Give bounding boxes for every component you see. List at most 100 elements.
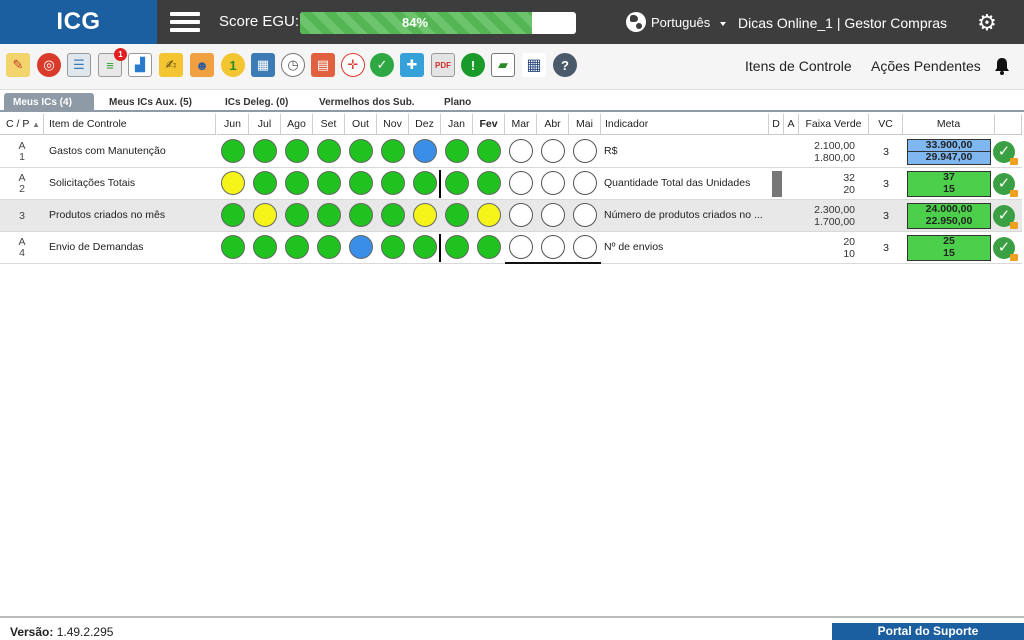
month-status-dot[interactable]: [541, 235, 565, 259]
month-status-dot[interactable]: [253, 139, 277, 163]
month-status-dot[interactable]: [573, 171, 597, 195]
month-status-dot[interactable]: [509, 203, 533, 227]
month-status-dot[interactable]: [541, 203, 565, 227]
stopwatch-icon[interactable]: ◷: [281, 53, 305, 77]
row-item-name[interactable]: Produtos criados no mês: [49, 209, 165, 221]
month-status-dot[interactable]: [221, 171, 245, 195]
row-item-name[interactable]: Gastos com Manutenção: [49, 145, 166, 157]
alerts-icon[interactable]: ≡ 1: [98, 48, 127, 77]
month-status-dot[interactable]: [541, 171, 565, 195]
month-status-dot[interactable]: [317, 171, 341, 195]
month-status-dot[interactable]: [509, 139, 533, 163]
month-status-dot[interactable]: [381, 139, 405, 163]
month-status-dot[interactable]: [253, 235, 277, 259]
col-header-item[interactable]: Item de Controle: [44, 114, 216, 135]
month-status-dot[interactable]: [349, 203, 373, 227]
month-status-dot[interactable]: [541, 139, 565, 163]
month-status-dot[interactable]: [413, 171, 437, 195]
month-status-dot[interactable]: [317, 235, 341, 259]
approved-check-icon[interactable]: ✓: [993, 173, 1018, 197]
col-header-vc[interactable]: VC: [869, 114, 903, 135]
clipboard-icon[interactable]: ☰: [67, 53, 91, 77]
month-status-dot[interactable]: [477, 203, 501, 227]
col-header-month[interactable]: Out: [345, 114, 377, 135]
month-status-dot[interactable]: [349, 171, 373, 195]
month-status-dot[interactable]: [445, 203, 469, 227]
table-row[interactable]: 3 Produtos criados no mês Número de produt…: [0, 200, 1022, 232]
language-selector[interactable]: Português: [626, 12, 710, 32]
month-status-dot[interactable]: [477, 171, 501, 195]
app-logo[interactable]: ICG: [0, 0, 157, 44]
crosshair-icon[interactable]: ✛: [341, 53, 365, 77]
col-header-month[interactable]: Dez: [409, 114, 441, 135]
tab-vermelhos-sub[interactable]: Vermelhos dos Sub.: [310, 93, 424, 112]
col-header-month[interactable]: Jun: [217, 114, 249, 135]
tab-meus-ics-aux[interactable]: Meus ICs Aux. (5): [100, 93, 201, 112]
approved-check-icon[interactable]: ✓: [993, 237, 1018, 261]
itens-controle-link[interactable]: Itens de Controle: [745, 58, 852, 74]
tab-meus-ics[interactable]: Meus ICs (4): [4, 93, 94, 112]
hamburger-menu-icon[interactable]: [170, 10, 200, 34]
contract-icon[interactable]: ✍: [159, 53, 183, 77]
presentation-icon[interactable]: ▰: [491, 53, 515, 77]
edit-icon[interactable]: ✎: [6, 53, 30, 77]
month-status-dot[interactable]: [413, 203, 437, 227]
col-header-month[interactable]: Set: [313, 114, 345, 135]
table-row[interactable]: A 1 Gastos com Manutenção R$ 2.100,00 1.800,0…: [0, 136, 1022, 168]
approved-check-icon[interactable]: ✓: [993, 141, 1018, 165]
month-status-dot[interactable]: [381, 235, 405, 259]
gear-icon[interactable]: ⚙: [976, 12, 998, 34]
col-header-d[interactable]: D: [769, 114, 784, 135]
tab-plano[interactable]: Plano: [435, 93, 480, 112]
month-status-dot[interactable]: [253, 171, 277, 195]
month-status-dot[interactable]: [477, 139, 501, 163]
acoes-pendentes-link[interactable]: Ações Pendentes: [871, 58, 981, 74]
col-header-cp[interactable]: C / P ▲: [0, 114, 44, 135]
table-row[interactable]: A 2 Solicitações Totais Quantidade Total da…: [0, 168, 1022, 200]
month-status-dot[interactable]: [221, 235, 245, 259]
month-status-dot[interactable]: [413, 235, 437, 259]
row-item-name[interactable]: Solicitações Totais: [49, 177, 135, 189]
col-header-month[interactable]: Abr: [537, 114, 569, 135]
month-status-dot[interactable]: [509, 171, 533, 195]
month-status-dot[interactable]: [285, 203, 309, 227]
month-status-dot[interactable]: [221, 139, 245, 163]
row-meta[interactable]: 25 15: [907, 235, 991, 261]
month-status-dot[interactable]: [573, 235, 597, 259]
month-status-dot[interactable]: [285, 139, 309, 163]
approved-check-icon[interactable]: ✓: [993, 205, 1018, 229]
puzzle-icon[interactable]: ✚: [400, 53, 424, 77]
month-status-dot[interactable]: [573, 203, 597, 227]
month-status-dot[interactable]: [221, 203, 245, 227]
chevron-down-icon[interactable]: [720, 22, 726, 26]
grid-icon[interactable]: ▦: [522, 53, 546, 77]
row-item-name[interactable]: Envio de Demandas: [49, 241, 144, 253]
col-header-month[interactable]: Jul: [249, 114, 281, 135]
month-status-dot[interactable]: [349, 139, 373, 163]
bell-icon[interactable]: [992, 56, 1012, 76]
month-status-dot[interactable]: [253, 203, 277, 227]
col-header-a[interactable]: A: [784, 114, 799, 135]
check-icon[interactable]: ✓: [370, 53, 394, 77]
pdf-icon[interactable]: PDF: [431, 53, 455, 77]
col-header-month[interactable]: Ago: [281, 114, 313, 135]
col-header-month[interactable]: Fev: [473, 114, 505, 135]
chart-icon[interactable]: ▟: [128, 53, 152, 77]
month-status-dot[interactable]: [317, 203, 341, 227]
tab-ics-deleg[interactable]: ICs Deleg. (0): [216, 93, 297, 112]
month-status-dot[interactable]: [445, 235, 469, 259]
month-status-dot[interactable]: [381, 203, 405, 227]
user-profile-label[interactable]: Dicas Online_1 | Gestor Compras: [738, 15, 947, 31]
help-icon[interactable]: ?: [553, 53, 577, 77]
month-status-dot[interactable]: [381, 171, 405, 195]
team-icon[interactable]: ☻: [190, 53, 214, 77]
portal-suporte-button[interactable]: Portal do Suporte: [832, 623, 1024, 640]
row-meta[interactable]: 37 15: [907, 171, 991, 197]
col-header-month[interactable]: Jan: [441, 114, 473, 135]
month-status-dot[interactable]: [573, 139, 597, 163]
month-status-dot[interactable]: [477, 235, 501, 259]
calendar-icon[interactable]: ▦: [251, 53, 275, 77]
col-header-indicador[interactable]: Indicador: [601, 114, 769, 135]
month-status-dot[interactable]: [349, 235, 373, 259]
month-status-dot[interactable]: [285, 235, 309, 259]
